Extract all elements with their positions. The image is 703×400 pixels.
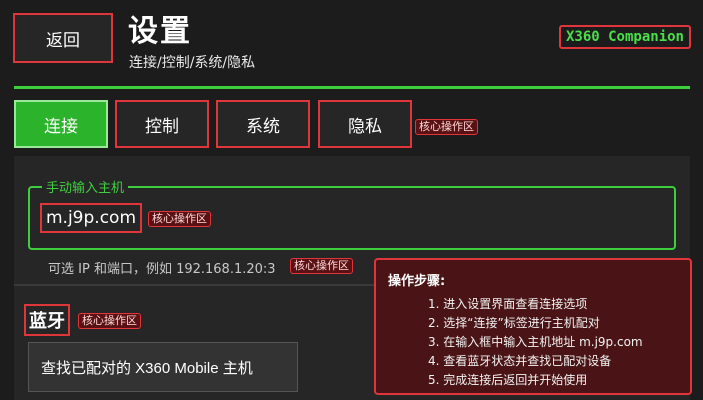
brand-label: X360 Companion [558,25,691,49]
list-item: 4. 查看蓝牙状态并查找已配对设备 [428,354,612,368]
steps-panel: 操作步骤: 1. 进入设置界面查看连接选项 2. 选择“连接”标签进行主机配对 … [374,258,692,395]
tab-system[interactable]: 系统 [216,100,310,148]
bluetooth-title: 蓝牙 [24,304,70,336]
tab-control[interactable]: 控制 [115,100,209,148]
list-item: 5. 完成连接后返回并开始使用 [428,373,588,387]
tab-connect[interactable]: 连接 [14,100,108,148]
host-hint: 可选 IP 和端口，例如 192.168.1.20:3 [48,262,276,277]
header-divider [14,86,690,89]
steps-title: 操作步骤: [388,274,446,289]
list-item: 3. 在输入框中输入主机地址 m.j9p.com [428,335,643,349]
core-zone-tag: 核心操作区 [290,258,353,274]
core-zone-tag: 核心操作区 [148,211,211,227]
core-zone-tag: 核心操作区 [415,119,478,135]
find-paired-host-button[interactable]: 查找已配对的 X360 Mobile 主机 [28,342,298,392]
list-item: 2. 选择“连接”标签进行主机配对 [428,316,600,330]
back-button[interactable]: 返回 [13,13,113,63]
steps-list: 1. 进入设置界面查看连接选项 2. 选择“连接”标签进行主机配对 3. 在输入… [388,295,678,390]
host-input[interactable]: m.j9p.com [40,203,143,233]
core-zone-tag: 核心操作区 [78,313,141,329]
page-title: 设置 [128,14,192,49]
tab-privacy[interactable]: 隐私 [318,100,412,148]
list-item: 1. 进入设置界面查看连接选项 [428,297,588,311]
breadcrumb: 连接/控制/系统/隐私 [129,55,256,71]
manual-host-legend: 手动输入主机 [42,177,129,196]
